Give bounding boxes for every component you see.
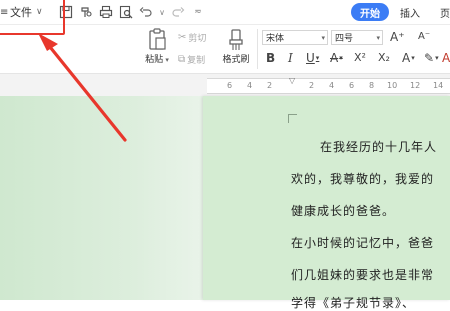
redo-icon[interactable]	[170, 4, 186, 20]
document-line: 在我经历的十几年人	[320, 140, 438, 154]
italic-button[interactable]: I	[288, 51, 293, 65]
underline-button[interactable]: U ▾	[306, 51, 319, 65]
bold-label: B	[266, 51, 276, 65]
title-bar: ≡ 文件 ∨ ∨ ≂ 开始 插入 页	[0, 0, 450, 25]
subscript-label: X₂	[378, 51, 390, 64]
margin-corner-mark	[288, 114, 297, 123]
print-preview-icon[interactable]	[118, 4, 134, 20]
ruler-tick: 4	[329, 81, 335, 90]
horizontal-ruler[interactable]: 6 4 2 ▽ 2 4 6 8 10 12 14	[207, 76, 450, 94]
paste-dropdown-icon[interactable]: ▾	[163, 56, 169, 64]
cut-label: 剪切	[188, 34, 207, 44]
document-page[interactable]: 在我经历的十几年人 欢的，我尊敬的，我爱的 健康成长的爸爸。 在小时候的记忆中，…	[203, 96, 450, 310]
ribbon-separator	[257, 29, 258, 69]
paste-button[interactable]: 粘贴 ▾	[142, 28, 172, 65]
highlight-button[interactable]: ✎ ▾	[424, 51, 439, 65]
ruler-tick: 2	[309, 81, 315, 90]
ruler-tick: 4	[247, 81, 253, 90]
paste-label: 粘贴	[145, 55, 164, 65]
ruler-tick: 2	[267, 81, 273, 90]
ruler-tick: 6	[227, 81, 233, 90]
shrink-font-label: A⁻	[418, 31, 431, 42]
ruler-tick: 10	[387, 81, 398, 90]
font-name-select[interactable]: 宋体 ▾	[262, 30, 328, 45]
copy-icon: ⧉	[178, 54, 186, 65]
font-name-value: 宋体	[266, 34, 285, 44]
document-line: 学得《弟子规节录》、	[291, 296, 416, 310]
brush-icon	[229, 29, 243, 50]
font-size-value: 四号	[335, 34, 354, 44]
ribbon-toolbar: 粘贴 ▾ ✂ 剪切 ⧉ 复制 格式刷 宋体 ▾ 四号 ▾ A⁺ A⁻ B I U…	[0, 25, 450, 74]
clear-format-label: A	[402, 51, 411, 65]
print-icon[interactable]	[98, 4, 114, 20]
font-color-button[interactable]: A	[442, 51, 450, 65]
chevron-down-icon: ▾	[315, 54, 320, 62]
ruler-tick: 12	[410, 81, 421, 90]
copy-label: 复制	[187, 56, 206, 66]
strikethrough-button[interactable]: A ▾	[330, 51, 343, 65]
ruler-bar: 6 4 2 ▽ 2 4 6 8 10 12 14	[0, 74, 450, 96]
grow-font-button[interactable]: A⁺	[390, 30, 405, 44]
underline-label: U	[306, 51, 315, 65]
chevron-down-icon: ▾	[321, 33, 325, 42]
tab-page-layout[interactable]: 页	[440, 3, 450, 21]
highlight-icon: ✎	[424, 51, 435, 65]
indent-marker-icon[interactable]: ▽	[289, 76, 295, 85]
format-painter-icon[interactable]	[78, 4, 94, 20]
ruler-tick: 14	[433, 81, 444, 90]
undo-dropdown-icon[interactable]: ∨	[158, 4, 166, 20]
copy-button[interactable]: ⧉ 复制	[178, 53, 205, 66]
chevron-down-icon: ▾	[411, 54, 415, 62]
document-line: 健康成长的爸爸。	[291, 204, 396, 218]
ruler-tick: 6	[349, 81, 355, 90]
document-line: 欢的，我尊敬的，我爱的	[291, 172, 435, 186]
document-line: 在小时候的记忆中，爸爸	[291, 236, 435, 250]
document-line: 们几姐妹的要求也是非常	[291, 268, 435, 282]
font-color-label: A	[442, 51, 450, 65]
paste-icon	[149, 28, 166, 50]
subscript-button[interactable]: X₂	[378, 51, 390, 64]
cut-button[interactable]: ✂ 剪切	[178, 31, 206, 44]
font-size-select[interactable]: 四号 ▾	[331, 30, 383, 45]
superscript-button[interactable]: X²	[354, 51, 366, 64]
ruler-tick: 8	[369, 81, 375, 90]
strikethrough-label: A	[330, 51, 339, 65]
tab-start[interactable]: 开始	[351, 3, 389, 21]
chevron-down-icon: ▾	[435, 54, 439, 62]
format-painter-label: 格式刷	[222, 55, 250, 65]
italic-label: I	[288, 51, 293, 65]
customize-icon[interactable]: ≂	[190, 4, 206, 20]
document-workspace: 在我经历的十几年人 欢的，我尊敬的，我爱的 健康成长的爸爸。 在小时候的记忆中，…	[0, 96, 450, 310]
grow-font-label: A⁺	[390, 30, 405, 44]
superscript-label: X²	[354, 51, 366, 64]
chevron-down-icon: ▾	[376, 33, 380, 42]
annotation-highlight-box	[0, 0, 65, 35]
format-painter-button[interactable]: 格式刷	[220, 28, 252, 65]
undo-icon[interactable]	[138, 4, 154, 20]
chevron-down-icon: ▾	[339, 54, 343, 62]
quick-access-toolbar: ∨ ≂	[58, 3, 210, 21]
tab-insert[interactable]: 插入	[400, 3, 420, 21]
shrink-font-button[interactable]: A⁻	[418, 31, 430, 42]
clear-format-button[interactable]: A ▾	[402, 51, 415, 65]
scissors-icon: ✂	[178, 32, 187, 43]
bold-button[interactable]: B	[266, 51, 275, 65]
